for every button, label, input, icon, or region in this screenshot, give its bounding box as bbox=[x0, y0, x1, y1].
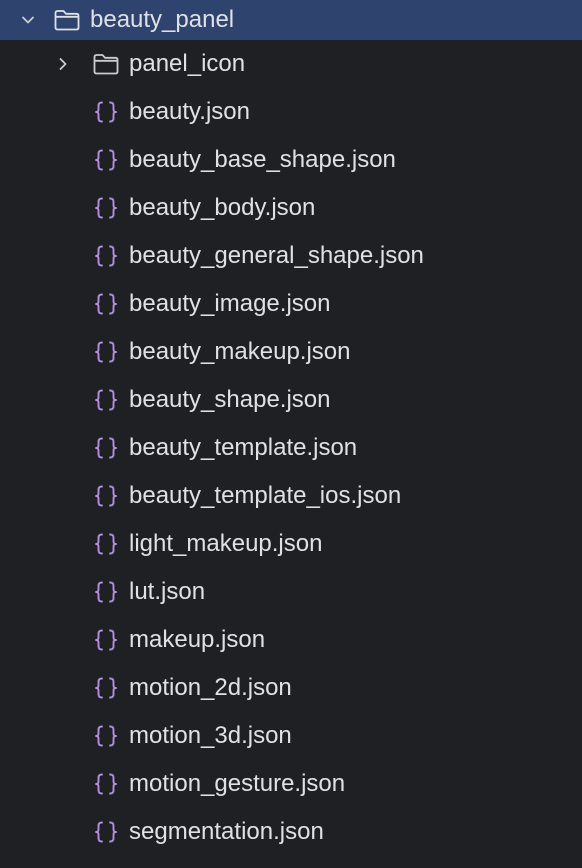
tree-row-file[interactable]: motion_gesture.json bbox=[0, 760, 582, 808]
tree-row-file[interactable]: motion_3d.json bbox=[0, 712, 582, 760]
chevron-right-icon[interactable] bbox=[52, 53, 74, 75]
tree-row-file[interactable]: segmentation.json bbox=[0, 808, 582, 856]
file-name: beauty_image.json bbox=[129, 290, 331, 317]
json-braces-icon bbox=[92, 99, 120, 125]
json-braces-icon bbox=[92, 243, 120, 269]
json-braces-icon bbox=[92, 483, 120, 509]
folder-icon bbox=[52, 7, 82, 33]
json-braces-icon bbox=[92, 147, 120, 173]
tree-row-file[interactable]: beauty_template.json bbox=[0, 424, 582, 472]
file-list: beauty.json beauty_base_shape.json beaut… bbox=[0, 88, 582, 856]
tree-row-file[interactable]: beauty_general_shape.json bbox=[0, 232, 582, 280]
json-braces-icon bbox=[92, 435, 120, 461]
file-name: segmentation.json bbox=[129, 818, 324, 845]
tree-row-file[interactable]: beauty_image.json bbox=[0, 280, 582, 328]
json-braces-icon bbox=[92, 579, 120, 605]
tree-row-file[interactable]: motion_2d.json bbox=[0, 664, 582, 712]
tree-row-file[interactable]: beauty_base_shape.json bbox=[0, 136, 582, 184]
json-braces-icon bbox=[92, 819, 120, 845]
json-braces-icon bbox=[92, 531, 120, 557]
json-braces-icon bbox=[92, 339, 120, 365]
tree-row-file[interactable]: beauty_body.json bbox=[0, 184, 582, 232]
file-name: light_makeup.json bbox=[129, 530, 323, 557]
json-braces-icon bbox=[92, 291, 120, 317]
file-name: beauty_shape.json bbox=[129, 386, 331, 413]
tree-row-panel-icon[interactable]: panel_icon bbox=[0, 40, 582, 88]
folder-name: beauty_panel bbox=[90, 6, 235, 33]
folder-name: panel_icon bbox=[129, 50, 246, 77]
tree-row-file[interactable]: lut.json bbox=[0, 568, 582, 616]
file-name: motion_3d.json bbox=[129, 722, 292, 749]
tree-row-file[interactable]: light_makeup.json bbox=[0, 520, 582, 568]
project-file-tree: beauty_panel panel_icon beauty.json beau… bbox=[0, 0, 582, 868]
json-braces-icon bbox=[92, 195, 120, 221]
file-name: beauty.json bbox=[129, 98, 250, 125]
tree-row-file[interactable]: beauty_shape.json bbox=[0, 376, 582, 424]
file-name: beauty_template.json bbox=[129, 434, 358, 461]
file-name: lut.json bbox=[129, 578, 206, 605]
json-braces-icon bbox=[92, 387, 120, 413]
file-name: beauty_general_shape.json bbox=[129, 242, 424, 269]
json-braces-icon bbox=[92, 723, 120, 749]
tree-row-file[interactable]: beauty.json bbox=[0, 88, 582, 136]
json-braces-icon bbox=[92, 627, 120, 653]
json-braces-icon bbox=[92, 771, 120, 797]
file-name: beauty_template_ios.json bbox=[129, 482, 402, 509]
folder-icon bbox=[91, 51, 121, 77]
tree-row-beauty-panel[interactable]: beauty_panel bbox=[0, 0, 582, 40]
file-name: beauty_base_shape.json bbox=[129, 146, 396, 173]
file-name: motion_gesture.json bbox=[129, 770, 346, 797]
file-name: motion_2d.json bbox=[129, 674, 292, 701]
json-braces-icon bbox=[92, 675, 120, 701]
tree-row-file[interactable]: beauty_template_ios.json bbox=[0, 472, 582, 520]
chevron-down-icon[interactable] bbox=[17, 9, 39, 31]
tree-row-file[interactable]: beauty_makeup.json bbox=[0, 328, 582, 376]
file-name: beauty_body.json bbox=[129, 194, 316, 221]
file-name: makeup.json bbox=[129, 626, 266, 653]
tree-row-file[interactable]: makeup.json bbox=[0, 616, 582, 664]
file-name: beauty_makeup.json bbox=[129, 338, 351, 365]
